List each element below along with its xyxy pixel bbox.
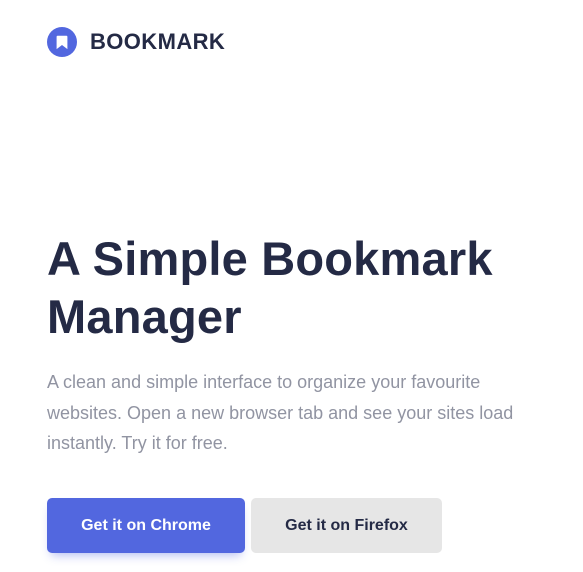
hero-description: A clean and simple interface to organize… — [47, 372, 514, 453]
get-chrome-button[interactable]: Get it on Chrome — [47, 498, 245, 553]
page-title: A Simple Bookmark Manager — [47, 232, 493, 343]
logo-text: BOOKMARK — [90, 29, 226, 54]
logo[interactable]: BOOKMARK — [47, 27, 225, 57]
bookmark-icon — [47, 27, 77, 57]
get-firefox-button[interactable]: Get it on Firefox — [251, 498, 442, 553]
